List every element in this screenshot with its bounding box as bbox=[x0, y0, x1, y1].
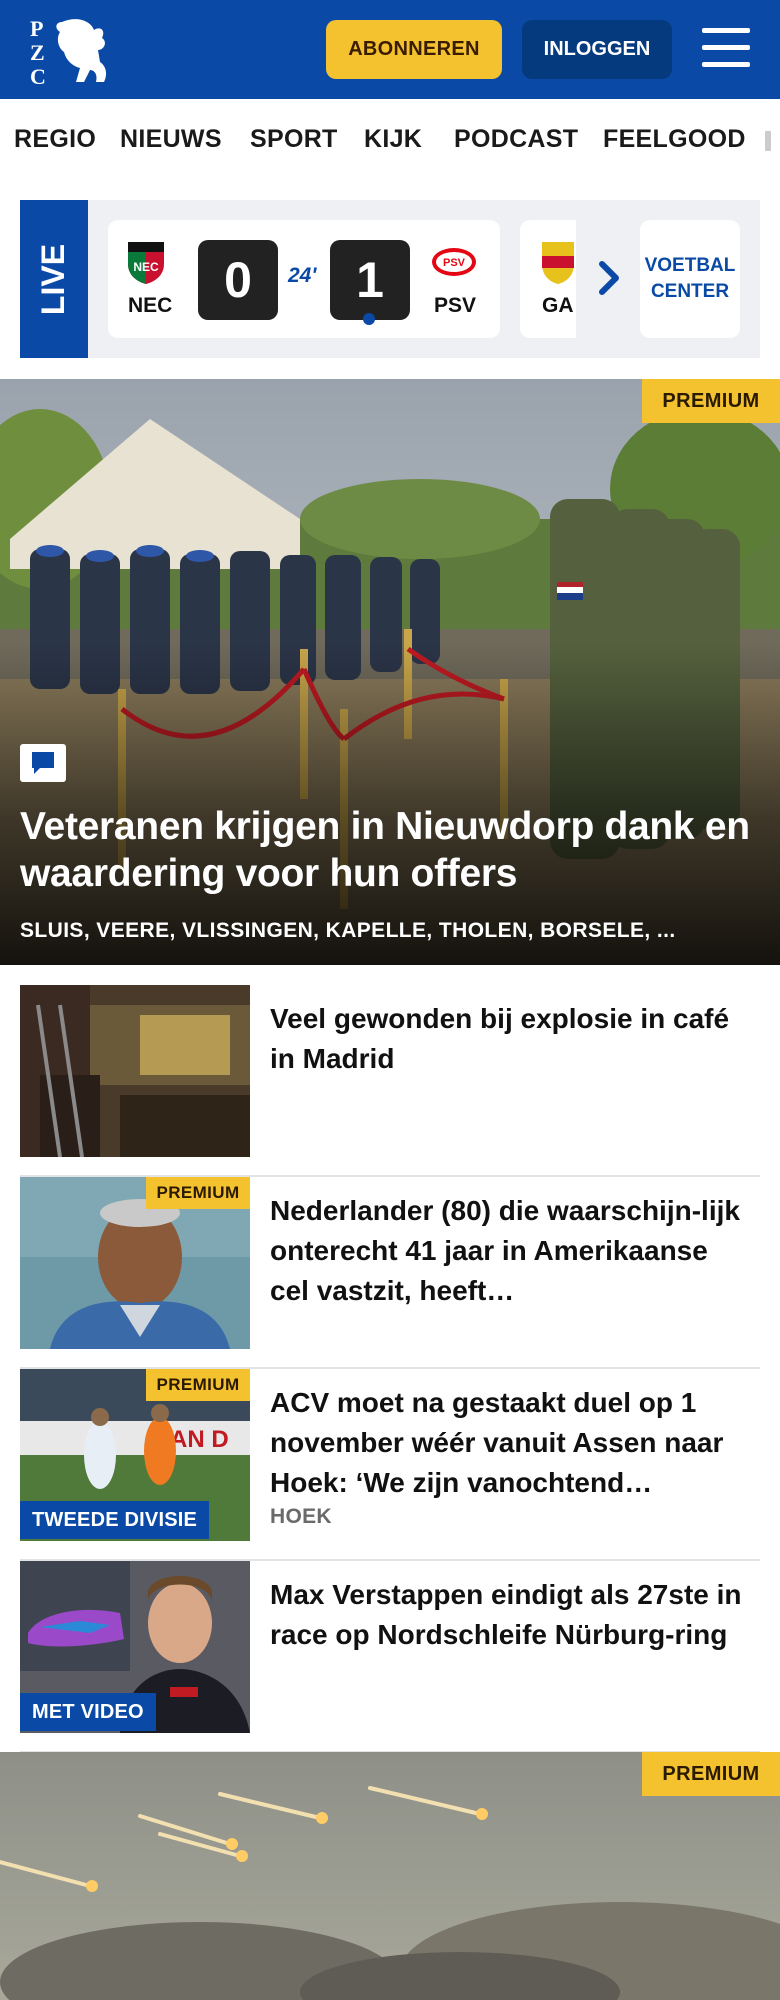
svg-text:PSV: PSV bbox=[443, 257, 466, 269]
hero-title[interactable]: Veteranen krijgen in Nieuwdorp dank en w… bbox=[20, 803, 760, 897]
premium-badge: PREMIUM bbox=[146, 1369, 250, 1401]
nav-item-nieuws[interactable]: NIEUWS bbox=[120, 125, 222, 154]
away-team-name: PSV bbox=[434, 294, 477, 317]
home-team-name: NEC bbox=[128, 294, 173, 317]
article-location-label: HOEK bbox=[270, 1505, 332, 1528]
ga-eagles-logo-icon bbox=[542, 242, 574, 284]
premium-badge: PREMIUM bbox=[146, 1177, 250, 1209]
article-thumbnail bbox=[20, 985, 250, 1157]
home-score: 0 bbox=[198, 240, 278, 320]
article-title[interactable]: Max Verstappen eindigt als 27ste in race… bbox=[270, 1575, 750, 1655]
nec-logo-icon: NEC bbox=[128, 242, 164, 284]
svg-text:Z: Z bbox=[30, 40, 45, 65]
login-button[interactable]: INLOGGEN bbox=[522, 20, 672, 79]
psv-logo-icon: PSV bbox=[432, 248, 476, 276]
svg-text:AN D: AN D bbox=[170, 1426, 229, 1453]
away-score: 1 bbox=[330, 240, 410, 320]
list-item[interactable]: Veel gewonden bij explosie in café in Ma… bbox=[20, 985, 760, 1177]
site-header: P Z C ABONNEREN INLOGGEN bbox=[0, 0, 780, 99]
hero-location-tags: SLUIS, VEERE, VLISSINGEN, KAPELLE, THOLE… bbox=[20, 919, 676, 942]
hero-article[interactable]: PREMIUM Veteranen krijgen in Nieuwdorp d… bbox=[0, 379, 780, 965]
chevron-right-icon[interactable] bbox=[594, 258, 624, 298]
category-badge: TWEEDE DIVISIE bbox=[20, 1501, 210, 1539]
pzc-logo[interactable]: P Z C bbox=[28, 14, 112, 86]
nav-item-kijk[interactable]: KIJK bbox=[364, 125, 422, 154]
svg-text:C: C bbox=[30, 64, 46, 86]
nav-item-podcast[interactable]: PODCAST bbox=[454, 125, 578, 154]
subscribe-button[interactable]: ABONNEREN bbox=[326, 20, 502, 79]
list-item[interactable]: MET VIDEO Max Verstappen eindigt als 27s… bbox=[20, 1561, 760, 1753]
nav-item-sport[interactable]: SPORT bbox=[250, 125, 338, 154]
match-minute: 24' bbox=[288, 264, 317, 287]
voetbal-center-link[interactable]: VOETBAL CENTER bbox=[640, 220, 740, 338]
next-hero-article[interactable]: PREMIUM bbox=[0, 1752, 780, 2000]
match-card-next[interactable]: GA bbox=[520, 220, 576, 338]
live-label: LIVE bbox=[20, 200, 88, 358]
match-card-nec-psv[interactable]: NEC NEC 0 24' 1 PSV PSV bbox=[108, 220, 500, 338]
article-title[interactable]: ACV moet na gestaakt duel op 1 november … bbox=[270, 1383, 750, 1503]
article-title[interactable]: Veel gewonden bij explosie in café in Ma… bbox=[270, 999, 750, 1079]
nav-overflow-indicator bbox=[765, 131, 771, 151]
list-item[interactable]: PREMIUM Nederlander (80) die waarschijn-… bbox=[20, 1177, 760, 1369]
next-team-name: GA bbox=[542, 294, 574, 317]
svg-text:NEC: NEC bbox=[133, 260, 159, 274]
comment-icon bbox=[20, 744, 66, 782]
video-badge: MET VIDEO bbox=[20, 1693, 156, 1731]
nav-item-regio[interactable]: REGIO bbox=[14, 125, 96, 154]
main-navigation: REGIO NIEUWS SPORT KIJK PODCAST FEELGOOD bbox=[0, 99, 780, 181]
svg-text:P: P bbox=[30, 16, 43, 41]
goal-indicator-dot bbox=[363, 313, 375, 325]
list-item[interactable]: AN D PREMIUM TWEEDE DIVISIE ACV moet na … bbox=[20, 1369, 760, 1561]
premium-badge: PREMIUM bbox=[642, 379, 780, 423]
nav-item-feelgood[interactable]: FEELGOOD bbox=[603, 125, 746, 154]
live-scores-strip: LIVE NEC NEC 0 24' 1 PSV PSV GA VOETBAL … bbox=[20, 200, 760, 358]
hamburger-menu-icon[interactable] bbox=[702, 28, 750, 70]
article-title[interactable]: Nederlander (80) die waarschijn-lijk ont… bbox=[270, 1191, 750, 1311]
premium-badge: PREMIUM bbox=[642, 1752, 780, 1796]
